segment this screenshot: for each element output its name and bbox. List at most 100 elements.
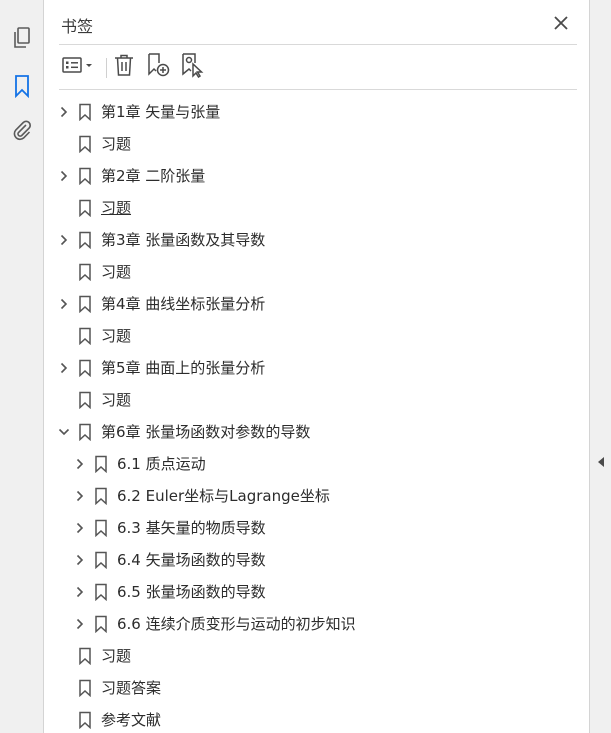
attachment-icon [11, 118, 33, 142]
bookmarks-panel: 书签 第1章 矢量与张量 习题 第2章 二阶张量 习题 第3章 张量函数及其导数… [45, 0, 589, 733]
chevron-right-icon[interactable] [73, 457, 87, 471]
bookmark-label: 参考文献 [101, 711, 162, 729]
bookmark-item[interactable]: 习题答案 [45, 672, 589, 704]
bookmark-subitem[interactable]: 6.1 质点运动 [45, 448, 589, 480]
list-options-icon [61, 55, 95, 79]
chevron-right-icon[interactable] [73, 617, 87, 631]
chevron-right-icon[interactable] [73, 553, 87, 567]
bookmark-label: 习题 [101, 327, 132, 345]
bookmark-tree: 第1章 矢量与张量 习题 第2章 二阶张量 习题 第3章 张量函数及其导数 习题 第4章 曲… [45, 96, 589, 733]
bookmark-subitem[interactable]: 6.6 连续介质变形与运动的初步知识 [45, 608, 589, 640]
bookmark-icon [78, 135, 92, 154]
bookmarks-pane: 书签 第1章 矢量与张量 习题 第2章 二阶张量 习题 第3章 张量函数及其导数… [0, 0, 611, 733]
bookmark-icon [78, 359, 92, 378]
bookmark-icon [94, 487, 108, 506]
bookmark-label: 第6章 张量场函数对参数的导数 [101, 423, 311, 441]
add-bookmark-icon [145, 52, 171, 82]
bookmark-label: 第3章 张量函数及其导数 [101, 231, 266, 249]
bookmark-item[interactable]: 第6章 张量场函数对参数的导数 [45, 416, 589, 448]
bookmark-icon [78, 391, 92, 410]
bookmark-item[interactable]: 习题 [45, 640, 589, 672]
bookmark-icon [78, 711, 92, 730]
bookmark-item[interactable]: 习题 [45, 384, 589, 416]
chevron-right-icon[interactable] [73, 489, 87, 503]
attachments-button[interactable] [8, 116, 36, 144]
pages-thumbnail-button[interactable] [8, 24, 36, 52]
bookmark-icon [78, 647, 92, 666]
bookmarks-toolbar [59, 52, 577, 82]
close-panel-button[interactable] [550, 13, 572, 35]
bookmark-item[interactable]: 习题 [45, 256, 589, 288]
chevron-down-icon[interactable] [57, 425, 71, 439]
bookmark-label: 第4章 曲线坐标张量分析 [101, 295, 266, 313]
bookmark-item[interactable]: 第1章 矢量与张量 [45, 96, 589, 128]
bookmark-item[interactable]: 习题 [45, 192, 589, 224]
bookmark-subitem[interactable]: 6.3 基矢量的物质导数 [45, 512, 589, 544]
chevron-right-icon[interactable] [57, 297, 71, 311]
delete-bookmark-button[interactable] [111, 52, 137, 82]
bookmark-icon [78, 167, 92, 186]
bookmark-label: 习题 [101, 263, 132, 281]
bookmark-icon [78, 103, 92, 122]
bookmark-item[interactable]: 参考文献 [45, 704, 589, 733]
bookmark-label: 6.3 基矢量的物质导数 [117, 519, 266, 537]
bookmark-label: 6.4 矢量场函数的导数 [117, 551, 266, 569]
chevron-right-icon[interactable] [57, 169, 71, 183]
bookmark-label: 习题 [101, 199, 132, 217]
bookmark-cursor-icon [179, 52, 205, 82]
bookmark-label: 习题 [101, 391, 132, 409]
bookmark-label: 习题 [101, 135, 132, 153]
bookmark-icon [78, 263, 92, 282]
panel-title: 书签 [61, 17, 94, 36]
bookmark-icon [78, 199, 92, 218]
bookmark-label: 习题答案 [101, 679, 162, 697]
bookmark-item[interactable]: 习题 [45, 128, 589, 160]
new-bookmark-button[interactable] [143, 52, 173, 82]
right-collapse-strip [589, 0, 611, 733]
trash-icon [113, 53, 135, 81]
bookmark-subitem[interactable]: 6.2 Euler坐标与Lagrange坐标 [45, 480, 589, 512]
bookmark-icon [78, 295, 92, 314]
chevron-right-icon[interactable] [73, 585, 87, 599]
bookmark-label: 第2章 二阶张量 [101, 167, 206, 185]
bookmark-subitem[interactable]: 6.4 矢量场函数的导数 [45, 544, 589, 576]
bookmark-icon [78, 231, 92, 250]
bookmark-item[interactable]: 第5章 曲面上的张量分析 [45, 352, 589, 384]
close-icon [554, 15, 568, 34]
bookmark-icon [78, 679, 92, 698]
collapse-pane-button[interactable] [594, 452, 608, 472]
bookmark-label: 6.2 Euler坐标与Lagrange坐标 [117, 487, 330, 505]
bookmarks-panel-button[interactable] [8, 72, 36, 100]
bookmark-icon [78, 327, 92, 346]
bookmark-icon [94, 583, 108, 602]
toolbar-separator [106, 58, 107, 78]
bookmark-label: 6.1 质点运动 [117, 455, 206, 473]
bookmark-icon [94, 455, 108, 474]
bookmark-item[interactable]: 第4章 曲线坐标张量分析 [45, 288, 589, 320]
chevron-right-icon[interactable] [57, 105, 71, 119]
bookmark-icon [94, 519, 108, 538]
toolbar-divider [59, 89, 577, 90]
options-menu-button[interactable] [59, 52, 97, 82]
bookmark-label: 习题 [101, 647, 132, 665]
left-tool-rail [0, 0, 44, 733]
bookmark-item[interactable]: 第3章 张量函数及其导数 [45, 224, 589, 256]
bookmark-icon [94, 551, 108, 570]
bookmark-icon [78, 423, 92, 442]
chevron-left-icon [597, 453, 605, 472]
bookmark-label: 6.6 连续介质变形与运动的初步知识 [117, 615, 356, 633]
chevron-right-icon[interactable] [57, 361, 71, 375]
chevron-right-icon[interactable] [73, 521, 87, 535]
bookmark-item[interactable]: 习题 [45, 320, 589, 352]
bookmark-label: 第1章 矢量与张量 [101, 103, 221, 121]
bookmark-icon [13, 74, 31, 98]
bookmark-item[interactable]: 第2章 二阶张量 [45, 160, 589, 192]
bookmark-label: 第5章 曲面上的张量分析 [101, 359, 266, 377]
header-divider [59, 44, 577, 45]
pages-icon [11, 26, 33, 50]
bookmark-subitem[interactable]: 6.5 张量场函数的导数 [45, 576, 589, 608]
bookmark-label: 6.5 张量场函数的导数 [117, 583, 266, 601]
new-bookmark-from-selection-button[interactable] [177, 52, 207, 82]
chevron-right-icon[interactable] [57, 233, 71, 247]
bookmark-icon [94, 615, 108, 634]
